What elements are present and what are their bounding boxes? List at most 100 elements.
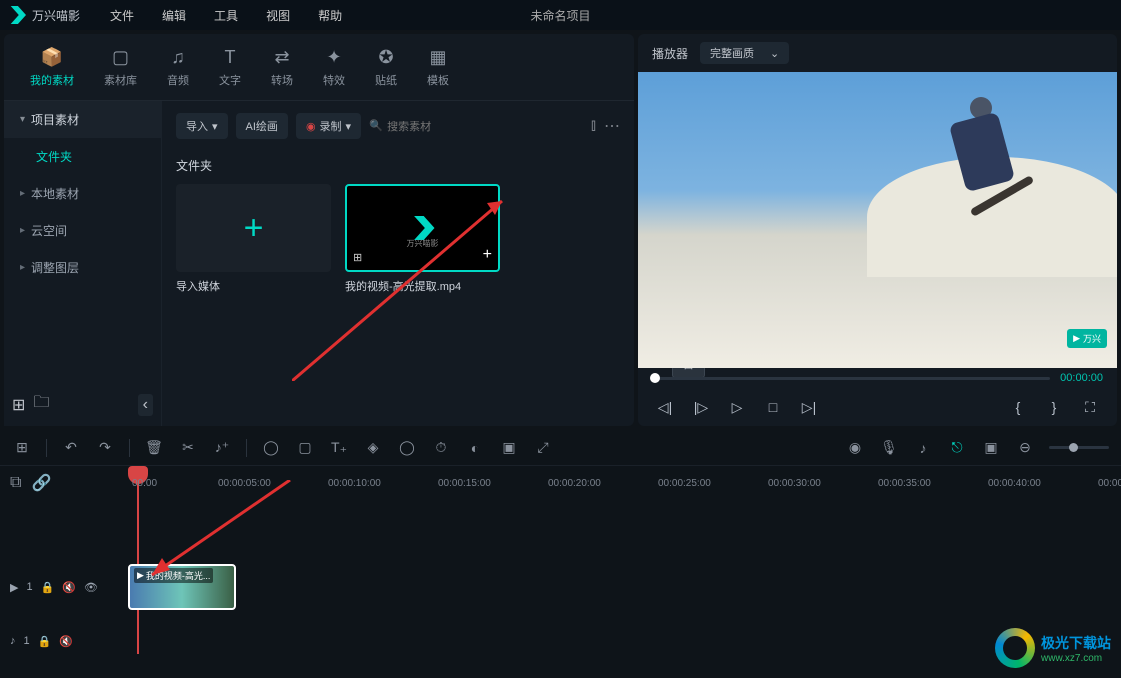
music-button[interactable]: ♪⁺ (212, 439, 232, 456)
video-track-lane[interactable]: ▶我的视频-高光... (128, 560, 1121, 614)
timeline-header: ⧉ 🔗 00:00 00:00:05:00 00:00:10:00 00:00:… (0, 466, 1121, 500)
voice-icon[interactable]: 🎙 (879, 439, 899, 456)
sidebar-folder[interactable]: 文件夹 (4, 138, 161, 175)
undo-button[interactable]: ↶ (61, 439, 81, 456)
plus-icon: + (244, 209, 264, 248)
menu-tools[interactable]: 工具 (214, 7, 238, 24)
delete-button[interactable]: 🗑 (144, 439, 164, 456)
record-button[interactable]: ◉录制▾ (296, 113, 361, 139)
mute-icon[interactable]: 🔇 (59, 635, 73, 648)
tab-library[interactable]: ▢素材库 (98, 42, 143, 92)
menu-help[interactable]: 帮助 (318, 7, 342, 24)
zoom-out-button[interactable]: ⊖ (1015, 439, 1035, 456)
speed-button[interactable]: ⏱ (431, 439, 451, 456)
mix-icon[interactable]: ◉ (845, 439, 865, 456)
sidebar-adjust[interactable]: ▸调整图层 (4, 249, 161, 286)
media-tabs: 📦我的素材 ▢素材库 ♫音频 T文字 ⇄转场 ✦特效 ✪贴纸 ▦模板 (4, 34, 634, 101)
timeline-tracks: ▶ 1 🔒 🔇 👁 ▶我的视频-高光... ♪ 1 🔒 🔇 (0, 500, 1121, 668)
prev-frame-button[interactable]: ◁| (652, 394, 678, 420)
library-icon: ▢ (110, 46, 132, 68)
audio-track-icon[interactable]: ♪ (10, 635, 16, 647)
play-button[interactable]: ▷ (724, 394, 750, 420)
audio-track: ♪ 1 🔒 🔇 (0, 614, 1121, 668)
audio-track-head: ♪ 1 🔒 🔇 (0, 614, 128, 668)
mask-button[interactable]: ▣ (499, 439, 519, 456)
timeline-clip[interactable]: ▶我的视频-高光... (128, 564, 236, 610)
step-back-button[interactable]: |▷ (688, 394, 714, 420)
quality-dropdown[interactable]: 完整画质⌄ (700, 42, 789, 64)
stickers-icon: ✪ (375, 46, 397, 68)
add-clip-icon[interactable]: + (483, 246, 492, 264)
more-icon[interactable]: ⋯ (604, 116, 620, 136)
chevron-down-icon: ▾ (20, 114, 25, 125)
seek-track[interactable] (652, 377, 1050, 380)
player-panel: 播放器 完整画质⌄ ▶万兴 00:00:00 ◁| |▷ ▷ □ ▷| { } … (638, 34, 1117, 426)
audio-track-lane[interactable] (128, 614, 1121, 668)
zoom-slider[interactable] (1049, 446, 1109, 449)
sidebar-cloud[interactable]: ▸云空间 (4, 212, 161, 249)
video-track-icon[interactable]: ▶ (10, 581, 18, 594)
search-wrap (369, 117, 583, 135)
tab-my-media[interactable]: 📦我的素材 (24, 42, 80, 92)
tab-audio[interactable]: ♫音频 (161, 42, 195, 92)
shape-button[interactable]: ◯ (397, 439, 417, 456)
tab-text[interactable]: T文字 (213, 42, 247, 92)
menu-file[interactable]: 文件 (110, 7, 134, 24)
magnetic-button[interactable]: ⎋ (947, 439, 967, 456)
preview-viewport[interactable]: ▶万兴 (638, 72, 1117, 368)
search-input[interactable] (369, 121, 529, 133)
crop-button[interactable]: ▢ (295, 439, 315, 456)
media-panel: 📦我的素材 ▢素材库 ♫音频 T文字 ⇄转场 ✦特效 ✪贴纸 ▦模板 ▾项目素材… (4, 34, 634, 426)
ai-paint-button[interactable]: AI绘画 (236, 113, 288, 139)
note-icon[interactable]: ♪ (913, 440, 933, 456)
visibility-icon[interactable]: 👁 (84, 581, 98, 594)
chain-icon[interactable]: 🔗 (31, 473, 51, 493)
next-frame-button[interactable]: ▷| (796, 394, 822, 420)
cut-button[interactable]: ✂ (178, 439, 198, 456)
collapse-sidebar-button[interactable]: ‹ (138, 394, 153, 416)
import-button[interactable]: 导入▾ (176, 113, 228, 139)
stop-button[interactable]: □ (760, 394, 786, 420)
tab-transition[interactable]: ⇄转场 (265, 42, 299, 92)
seek-handle[interactable] (650, 373, 660, 383)
bracket-close-icon[interactable]: } (1041, 394, 1067, 420)
new-folder-icon[interactable]: ⊞ (12, 395, 25, 415)
link-icon[interactable]: ⧉ (10, 474, 21, 492)
watermark-en: www.xz7.com (1041, 653, 1111, 664)
lock-icon[interactable]: 🔒 (38, 635, 52, 648)
mute-icon[interactable]: 🔇 (62, 581, 76, 594)
grid-icon[interactable]: ⊞ (12, 439, 32, 456)
redo-button[interactable]: ↷ (95, 439, 115, 456)
import-media-card[interactable]: + 导入媒体 (176, 184, 331, 294)
chevron-down-icon: ▾ (346, 120, 352, 133)
menu-view[interactable]: 视图 (266, 7, 290, 24)
menu-edit[interactable]: 编辑 (162, 7, 186, 24)
media-content: 导入▾ AI绘画 ◉录制▾ ⫾ ⋯ 文件夹 + 导入媒体 (162, 101, 634, 426)
sidebar-local[interactable]: ▸本地素材 (4, 175, 161, 212)
folder-icon[interactable]: 🗀 (33, 391, 49, 418)
filter-icon[interactable]: ⫾ (591, 117, 596, 135)
sidebar-project-media[interactable]: ▾项目素材 (4, 101, 161, 138)
tab-stickers[interactable]: ✪贴纸 (369, 42, 403, 92)
tool-1-icon[interactable]: ◯ (261, 439, 281, 456)
sidebar-footer: ⊞ 🗀 ‹ (4, 383, 161, 426)
record-icon: ◉ (306, 120, 316, 133)
color-button[interactable]: ◐ (465, 440, 485, 456)
bracket-open-icon[interactable]: { (1005, 394, 1031, 420)
lock-icon[interactable]: 🔒 (41, 581, 55, 594)
media-clip-card[interactable]: 万兴喵影 ⊞ + 我的视频-高光提取.mp4 (345, 184, 500, 294)
media-sidebar: ▾项目素材 文件夹 ▸本地素材 ▸云空间 ▸调整图层 ⊞ 🗀 ‹ (4, 101, 162, 426)
app-name: 万兴喵影 (32, 7, 80, 24)
text-button[interactable]: T₊ (329, 439, 349, 456)
tab-templates[interactable]: ▦模板 (421, 42, 455, 92)
fullscreen-button[interactable]: ⛶ (1077, 394, 1103, 420)
player-controls: ◁| |▷ ▷ □ ▷| { } ⛶ (638, 388, 1117, 426)
expand-button[interactable]: ⤢ (533, 439, 553, 456)
video-track: ▶ 1 🔒 🔇 👁 ▶我的视频-高光... (0, 560, 1121, 614)
timeline-ruler[interactable]: 00:00 00:00:05:00 00:00:10:00 00:00:15:0… (128, 466, 1121, 500)
audio-track-num: 1 (24, 635, 30, 647)
tab-effects[interactable]: ✦特效 (317, 42, 351, 92)
keyframe-button[interactable]: ◈ (363, 439, 383, 456)
clip-thumb[interactable]: 万兴喵影 ⊞ + (345, 184, 500, 272)
snap-button[interactable]: ▣ (981, 439, 1001, 456)
